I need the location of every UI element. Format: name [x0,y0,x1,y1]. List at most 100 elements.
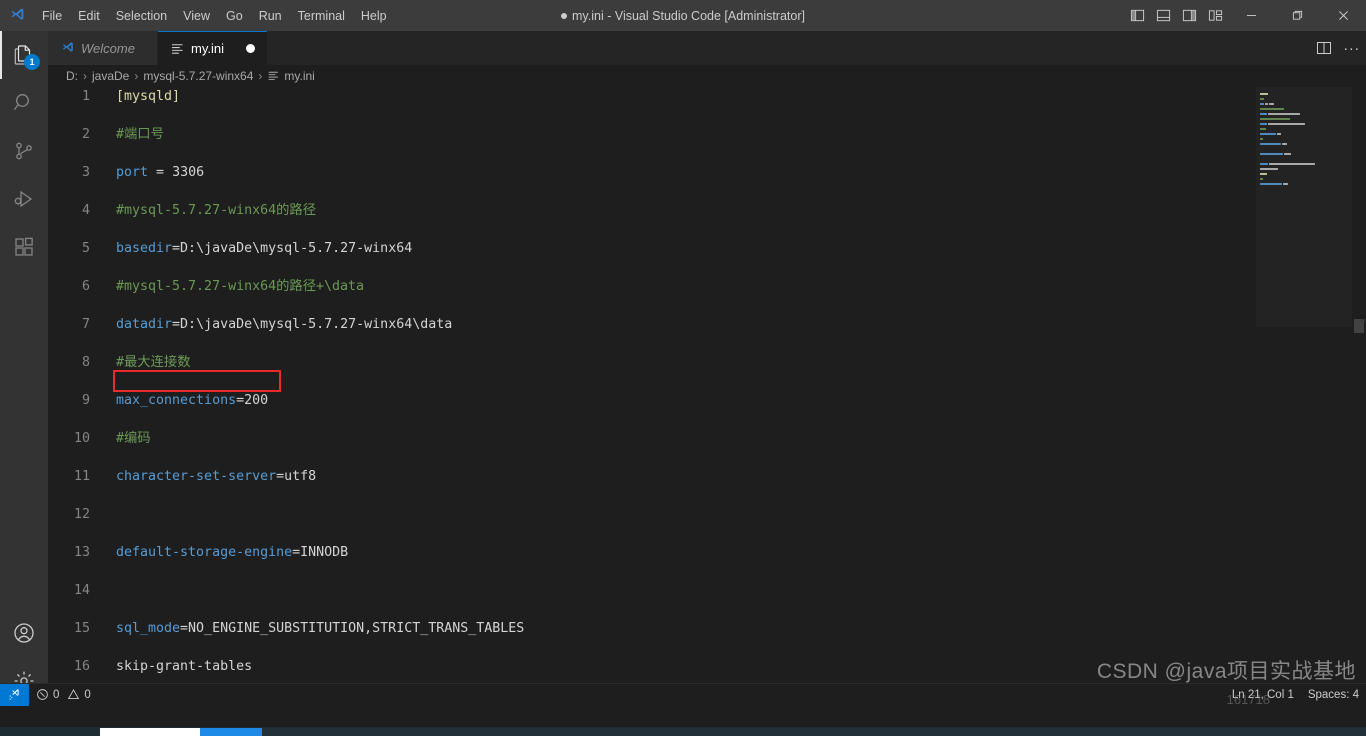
line-number: 15 [73,621,90,636]
sidebar-item-run-and-debug[interactable] [0,175,48,223]
line-number: 16 [73,659,90,674]
code-line[interactable]: 16 skip-grant-tables [48,657,1366,676]
menu-bar[interactable]: File Edit Selection View Go Run Terminal… [34,0,395,31]
line-number: 11 [73,469,90,484]
line-number: 3 [81,165,90,180]
toggle-panel-icon[interactable] [1150,0,1176,31]
code-line[interactable]: 8 #最大连接数 [48,353,1366,372]
menu-help[interactable]: Help [353,5,395,27]
warning-count: 0 [84,688,91,701]
minimap-token [1265,103,1269,105]
explorer-badge: 1 [24,54,40,70]
activity-bar-top: 1 [0,31,48,609]
minimap-token [1260,178,1264,180]
code-line-content: #最大连接数 [116,353,191,372]
tab-dirty-indicator[interactable] [245,43,255,53]
sidebar-item-source-control[interactable] [0,127,48,175]
code-line[interactable]: 4 #mysql-5.7.27-winx64的路径 [48,201,1366,220]
cursor-position-status[interactable]: Ln 21, Col 1 [1225,684,1301,706]
dirty-indicator-dot [561,12,568,19]
menu-terminal[interactable]: Terminal [290,5,353,27]
problems-status[interactable]: 0 0 [29,684,98,706]
minimap[interactable] [1256,87,1352,705]
minimap-token [1260,108,1285,110]
menu-go[interactable]: Go [218,5,251,27]
code-line[interactable]: 3 port = 3306 [48,163,1366,182]
code-line[interactable]: 9 max_connections=200 [48,391,1366,410]
line-number: 14 [73,583,90,598]
code-token: 3306 [172,165,205,180]
minimap-token [1269,103,1274,105]
taskbar-item [100,728,200,736]
breadcrumb-segment-drive[interactable]: D: [64,69,80,83]
minimap-token [1260,98,1265,100]
code-editor[interactable]: 1 [mysqld] 2 #端口号 3 port = 3306 4 #mysql-5.7.27… [48,87,1366,705]
more-actions-button[interactable]: ... [1338,31,1366,65]
sidebar-item-explorer[interactable]: 1 [0,31,48,79]
code-token: =utf8 [276,469,317,484]
code-line[interactable]: 1 [mysqld] [48,87,1366,106]
menu-view[interactable]: View [175,5,218,27]
minimap-token [1260,153,1284,155]
breadcrumb-segment-folder2[interactable]: mysql-5.7.27-winx64 [141,69,255,83]
code-lines[interactable]: 1 [mysqld] 2 #端口号 3 port = 3306 4 #mysql-5.7.27… [48,87,1366,705]
split-editor-icon[interactable] [1310,31,1338,65]
toggle-secondary-sidebar-icon[interactable] [1176,0,1202,31]
code-token: [mysqld] [116,89,181,104]
editor-vertical-scrollbar[interactable] [1352,87,1366,705]
line-number: 9 [81,393,90,408]
sidebar-item-extensions[interactable] [0,223,48,271]
breadcrumb-segment-folder1[interactable]: javaDe [90,69,131,83]
code-line[interactable]: 12 [48,505,1366,524]
code-line-content: #端口号 [116,125,164,144]
close-button[interactable] [1320,0,1366,31]
code-token: =200 [236,393,269,408]
code-line[interactable]: 10 #编码 [48,429,1366,448]
vscode-logo-icon [0,0,34,31]
code-line[interactable]: 6 #mysql-5.7.27-winx64的路径+\data [48,277,1366,296]
code-line[interactable]: 11 character-set-server=utf8 [48,467,1366,486]
code-line-content: #mysql-5.7.27-winx64的路径 [116,201,316,220]
accounts-button[interactable] [0,609,48,657]
code-line[interactable]: 2 #端口号 [48,125,1366,144]
breadcrumb-segment-file[interactable]: my.ini [265,69,316,83]
minimize-button[interactable] [1228,0,1274,31]
minimap-token [1260,123,1268,125]
indentation-status[interactable]: Spaces: 4 [1301,684,1366,706]
toggle-primary-sidebar-icon[interactable] [1124,0,1150,31]
sidebar-item-search[interactable] [0,79,48,127]
tab-my-ini[interactable]: my.ini [158,31,268,65]
code-token: =NO_ENGINE_SUBSTITUTION,STRICT_TRANS_TAB… [180,621,525,636]
code-line[interactable]: 13 default-storage-engine=INNODB [48,543,1366,562]
code-line[interactable]: 5 basedir=D:\javaDe\mysql-5.7.27-winx64 [48,239,1366,258]
line-number: 7 [81,317,90,332]
editor-actions: ... [1310,31,1366,65]
code-line-content: [mysqld] [116,87,180,106]
breadcrumb-file-label: my.ini [284,69,315,83]
remote-indicator[interactable] [0,683,29,706]
line-number: 13 [73,545,90,560]
minimap-token [1260,143,1281,145]
customize-layout-icon[interactable] [1202,0,1228,31]
minimap-token [1284,153,1292,155]
menu-run[interactable]: Run [251,5,290,27]
windows-taskbar [0,727,1366,736]
minimap-token [1260,133,1276,135]
maximize-button[interactable] [1274,0,1320,31]
code-line[interactable]: 14 [48,581,1366,600]
editor-tab-bar: Welcome my.ini ... [48,31,1366,65]
code-line[interactable]: 7 datadir=D:\javaDe\mysql-5.7.27-winx64\d… [48,315,1366,334]
tab-welcome[interactable]: Welcome [48,31,158,65]
menu-edit[interactable]: Edit [70,5,108,27]
code-token: #最大连接数 [116,355,191,370]
taskbar-rest [262,728,1366,736]
menu-selection[interactable]: Selection [108,5,175,27]
menu-file[interactable]: File [34,5,70,27]
code-line[interactable]: 15 sql_mode=NO_ENGINE_SUBSTITUTION,STRICT… [48,619,1366,638]
code-token: default-storage-engine [116,545,293,560]
breadcrumb-separator: › [83,69,87,83]
line-number: 1 [81,89,90,104]
code-token: #mysql-5.7.27-winx64的路径 [116,203,316,218]
code-line-content: max_connections=200 [116,391,268,410]
breadcrumb-separator: › [134,69,139,83]
